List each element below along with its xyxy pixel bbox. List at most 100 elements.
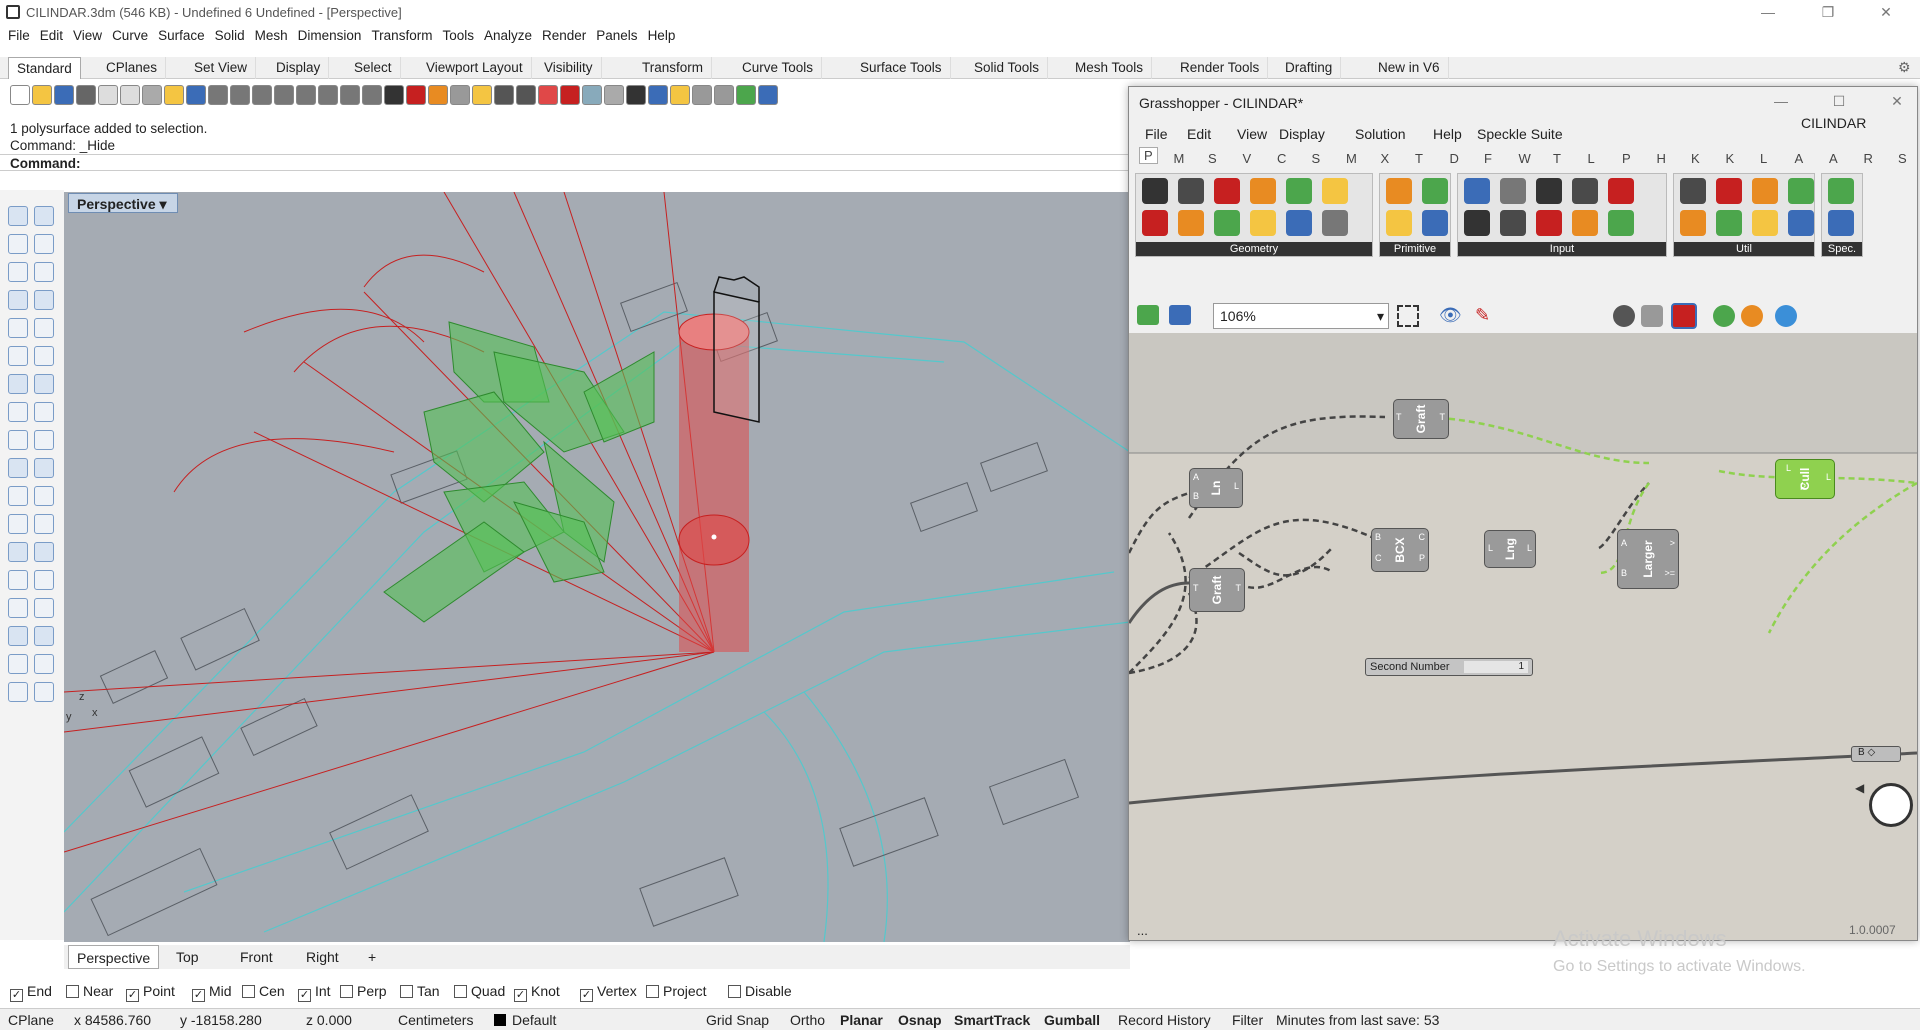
tab-cplanes[interactable]: CPlanes: [98, 57, 167, 79]
light-icon[interactable]: [406, 85, 426, 105]
print-icon[interactable]: [76, 85, 96, 105]
checkbox-icon[interactable]: [400, 985, 413, 998]
checkbox-icon[interactable]: [646, 985, 659, 998]
checkbox-icon[interactable]: ✓: [580, 989, 593, 1002]
osnap-tan[interactable]: Tan: [400, 980, 440, 1002]
gh-category-tab[interactable]: P: [1139, 147, 1158, 164]
gh-component-icon[interactable]: [1214, 210, 1240, 236]
gh-component-icon[interactable]: [1464, 210, 1490, 236]
gh-component-icon[interactable]: [1572, 210, 1598, 236]
tab-mesh-tools[interactable]: Mesh Tools: [1067, 57, 1153, 79]
menu-item-render[interactable]: Render: [542, 28, 586, 43]
grid-snap-toggle[interactable]: Grid Snap: [706, 1011, 769, 1029]
save-icon[interactable]: [670, 85, 690, 105]
osnap-knot[interactable]: ✓ Knot: [514, 980, 560, 1002]
gh-category-tab[interactable]: M: [1346, 151, 1357, 166]
checkbox-icon[interactable]: [66, 985, 79, 998]
gh-category-tab[interactable]: A: [1795, 151, 1804, 166]
gh-menu-edit[interactable]: Edit: [1187, 126, 1211, 142]
open-file-icon[interactable]: [648, 85, 668, 105]
curve-icon[interactable]: [34, 234, 54, 254]
paste-icon[interactable]: [142, 85, 162, 105]
gh-category-tab[interactable]: K: [1726, 151, 1735, 166]
filter-toggle[interactable]: Filter: [1232, 1011, 1263, 1029]
tab-render-tools[interactable]: Render Tools: [1172, 57, 1269, 79]
osnap-vertex[interactable]: ✓ Vertex: [580, 980, 637, 1002]
shade-icon[interactable]: [516, 85, 536, 105]
arc-icon[interactable]: [8, 290, 28, 310]
ellipse-icon[interactable]: [34, 262, 54, 282]
smarttrack-toggle[interactable]: SmartTrack: [954, 1011, 1030, 1029]
gh-component-icon[interactable]: [1142, 210, 1168, 236]
layer-icon[interactable]: [34, 598, 54, 618]
move-icon[interactable]: [582, 85, 602, 105]
check-icon[interactable]: [8, 570, 28, 590]
car-icon[interactable]: [362, 85, 382, 105]
surface-icon[interactable]: [8, 346, 28, 366]
length-component[interactable]: L Lng L: [1484, 530, 1536, 568]
gh-menu-solution[interactable]: Solution: [1355, 126, 1406, 142]
osnap-mid[interactable]: ✓ Mid: [192, 980, 232, 1002]
explode-icon[interactable]: [34, 486, 54, 506]
tab-drafting[interactable]: Drafting: [1277, 57, 1342, 79]
checkbox-icon[interactable]: [454, 985, 467, 998]
gh-component-icon[interactable]: [1500, 178, 1526, 204]
osnap-project[interactable]: Project: [646, 980, 707, 1002]
gh-ribbon-label[interactable]: Spec.: [1822, 242, 1862, 256]
gh-component-icon[interactable]: [1680, 178, 1706, 204]
menu-item-file[interactable]: File: [8, 28, 30, 43]
gh-component-icon[interactable]: [1178, 178, 1204, 204]
menu-item-solid[interactable]: Solid: [215, 28, 245, 43]
maximize-button[interactable]: ❐: [1808, 2, 1848, 22]
layer-label[interactable]: Default: [512, 1011, 556, 1029]
gh-component-icon[interactable]: [1536, 210, 1562, 236]
gh-maximize-button[interactable]: ☐: [1819, 91, 1859, 111]
slider-value[interactable]: 1: [1464, 661, 1528, 673]
planar-toggle[interactable]: Planar: [840, 1011, 883, 1029]
tab-display[interactable]: Display: [268, 57, 330, 79]
copy-icon[interactable]: [736, 85, 756, 105]
gh-category-tab[interactable]: M: [1174, 151, 1185, 166]
gh-category-tab[interactable]: X: [1381, 151, 1390, 166]
settings-icon[interactable]: [560, 85, 580, 105]
menu-item-analyze[interactable]: Analyze: [484, 28, 532, 43]
zoom-window-icon[interactable]: [252, 85, 272, 105]
perspective-viewport[interactable]: yzx: [64, 192, 1130, 942]
tab-viewport-layout[interactable]: Viewport Layout: [418, 57, 532, 79]
viewport-title-tab[interactable]: Perspective ▾: [68, 193, 178, 213]
gh-menu-display[interactable]: Display: [1279, 126, 1325, 142]
point-icon[interactable]: [34, 626, 54, 646]
gh-component-icon[interactable]: [1716, 178, 1742, 204]
preview-mode-icon[interactable]: [1613, 305, 1635, 327]
lock-icon[interactable]: [428, 85, 448, 105]
menu-item-transform[interactable]: Transform: [371, 28, 432, 43]
grid-icon[interactable]: [340, 85, 360, 105]
fillet-icon[interactable]: [34, 430, 54, 450]
checkbox-icon[interactable]: [728, 985, 741, 998]
menu-item-surface[interactable]: Surface: [158, 28, 205, 43]
tab-curve-tools[interactable]: Curve Tools: [734, 57, 823, 79]
zoom-dropdown[interactable]: 106% ▾: [1213, 303, 1389, 329]
osnap-int[interactable]: ✓ Int: [298, 980, 331, 1002]
select-arrow-icon[interactable]: [8, 206, 28, 226]
units-label[interactable]: Centimeters: [398, 1011, 473, 1029]
tab-solid-tools[interactable]: Solid Tools: [966, 57, 1049, 79]
sphere-icon[interactable]: [34, 346, 54, 366]
gh-category-tab[interactable]: S: [1312, 151, 1321, 166]
preview-eye-icon[interactable]: 👁: [1439, 305, 1462, 326]
gh-menu-help[interactable]: Help: [1433, 126, 1462, 142]
zoom-selected-icon[interactable]: [296, 85, 316, 105]
gh-category-tab[interactable]: L: [1760, 151, 1767, 166]
minimize-button[interactable]: —: [1748, 2, 1788, 22]
gh-category-tab[interactable]: C: [1277, 151, 1286, 166]
checkbox-icon[interactable]: ✓: [10, 989, 23, 1002]
gh-canvas[interactable]: T Graft T A B Ln L B C BCX C P L Lng L A B Larger > >= …: [1129, 333, 1917, 940]
wireframe-icon[interactable]: [1641, 305, 1663, 327]
gh-category-tab[interactable]: R: [1864, 151, 1873, 166]
boolean-toggle[interactable]: B ◇: [1851, 746, 1901, 762]
checkbox-icon[interactable]: [340, 985, 353, 998]
properties-icon[interactable]: [384, 85, 404, 105]
gh-component-icon[interactable]: [1828, 210, 1854, 236]
checkbox-icon[interactable]: ✓: [126, 989, 139, 1002]
gh-ribbon-label[interactable]: Input: [1458, 242, 1666, 256]
